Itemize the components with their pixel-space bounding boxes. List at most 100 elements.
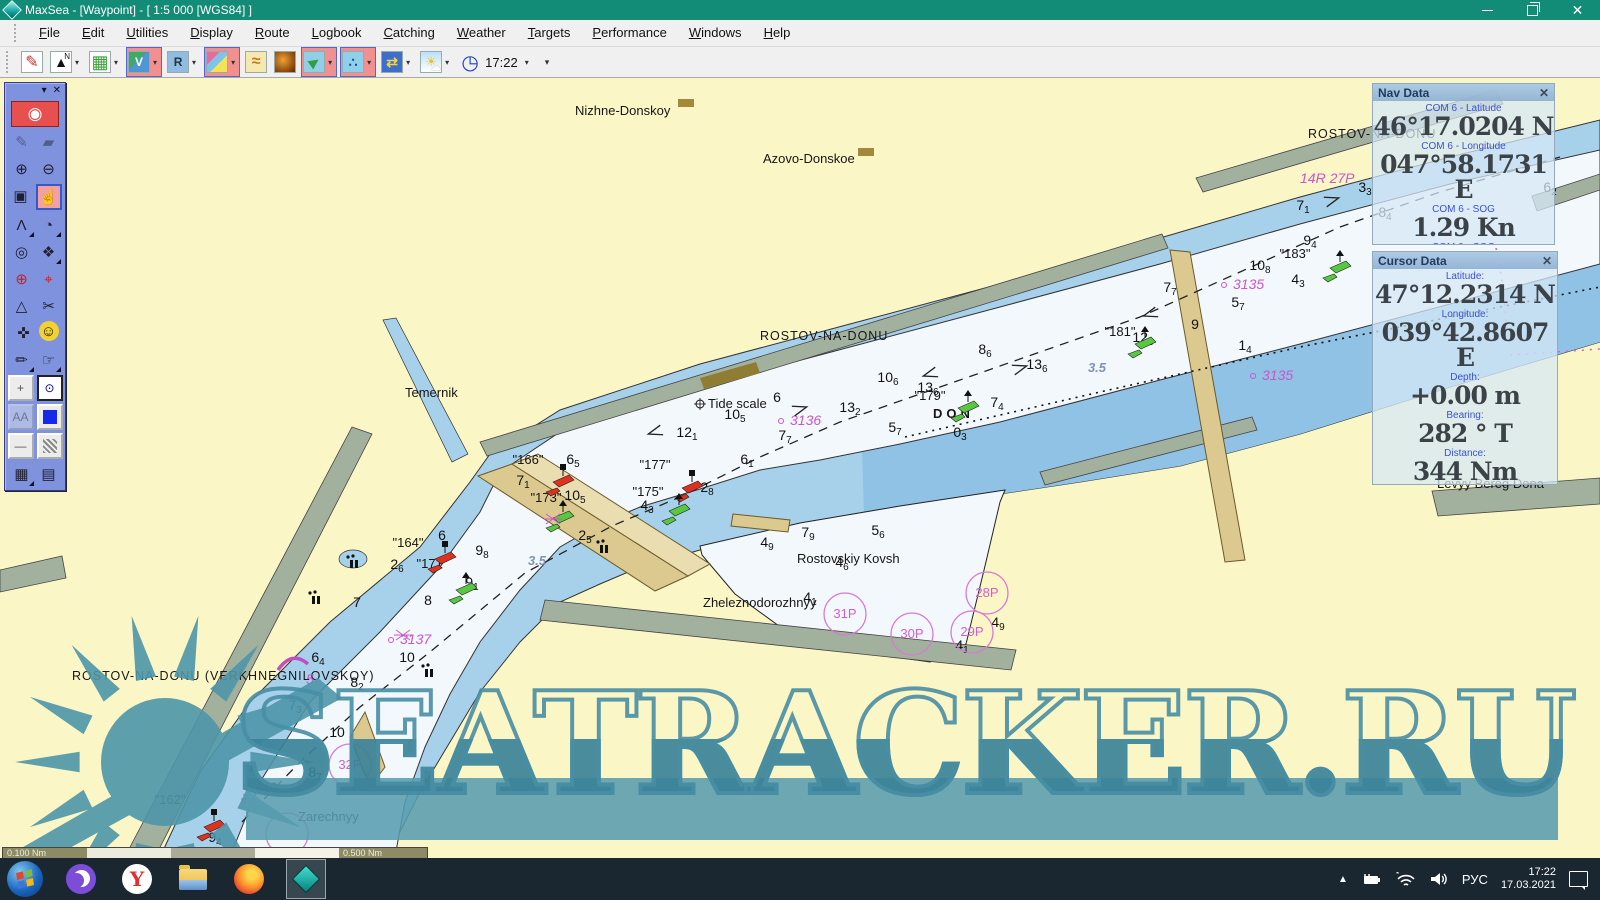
north-indicator-button[interactable]: ▲▾ [48,47,84,77]
pin-zoom-tool[interactable]: ⌖ [37,267,61,291]
nav-data-title-bar[interactable]: Nav Data ✕ [1373,84,1554,101]
building-marker [858,148,874,156]
volume-icon[interactable] [1429,871,1449,887]
system-tray: ▲ * РУС 17:22 17.03.2021 [1338,866,1600,892]
pan-hand-tool[interactable]: ☝ [36,184,62,210]
compass-bearing-tool[interactable]: ◔ [37,213,61,237]
battery-icon[interactable] [1361,872,1383,886]
weather-display-button[interactable]: ☀▾ [418,47,454,77]
polygon-add-tool[interactable]: △ [10,294,34,318]
windows-taskbar: Y ▲ * РУС 17:22 17.03.2021 [0,858,1600,900]
depth-sounding: 10 [329,724,345,740]
tray-chevron-icon[interactable]: ▲ [1338,874,1348,885]
dropdown-arrow-icon[interactable]: ▾ [72,58,82,67]
dropdown-arrow-icon[interactable]: ▾ [325,58,335,67]
title-bar[interactable]: MaxSea - [Waypoint] - [ 1:5 000 [WGS84] … [0,0,1600,20]
depth-sounding: 10 [399,649,415,665]
palette-title-bar[interactable]: ▾ ✕ [5,83,65,98]
raster-chart-button[interactable]: R▾ [165,47,201,77]
cursor-data-title-bar[interactable]: Cursor Data ✕ [1373,252,1557,269]
menu-edit[interactable]: Edit [71,22,115,43]
toolbar-grip[interactable] [6,51,12,73]
zoom-in-tool[interactable]: ⊕ [10,157,34,181]
start-button[interactable] [6,860,44,898]
dropdown-arrow-icon[interactable]: ▾ [403,58,413,67]
circle-style-button[interactable]: ⊙ [37,375,63,401]
tide-list-button[interactable]: ⇄▾ [379,47,415,77]
app-purple-browser[interactable] [62,860,100,898]
north-icon: ▲ [50,51,72,73]
calendar-button[interactable]: ▦ [10,462,34,486]
tray-clock[interactable]: 17:22 17.03.2021 [1501,866,1556,892]
scale-bar: 0.100 Nm 0.500 Nm [2,847,428,858]
cursor-longitude-value: 039°42.8607 E [1373,320,1557,370]
own-ship-button[interactable]: ▶▾ [301,47,337,77]
nav-data-close-icon[interactable]: ✕ [1539,86,1549,100]
palette-close-icon[interactable]: ✕ [53,85,61,96]
route-waypoints-button[interactable]: ∴▾ [340,47,376,77]
clock-button[interactable]: ◷17:22▾ [457,47,534,77]
scale-segment [87,848,171,858]
close-button[interactable]: ✕ [1555,0,1600,20]
vector-chart-button[interactable]: V▾ [126,47,162,77]
menu-catching[interactable]: Catching [373,22,446,43]
menu-logbook[interactable]: Logbook [301,22,373,43]
grid-button[interactable]: ▦▾ [87,47,123,77]
menu-grip[interactable] [14,24,20,42]
draw-tool-button[interactable]: ✎ [19,47,45,77]
chart-area[interactable]: Nizhne-DonskoyAzovo-DonskoeROSTOV-NA-DON… [0,78,1600,858]
dropdown-arrow-icon[interactable]: ▾ [522,58,532,67]
main-toolbar: ✎▲▾▦▾V▾R▾▾≈▶▾∴▾⇄▾☀▾◷17:22▾▾ [0,47,1600,78]
dropdown-arrow-icon[interactable]: ▾ [189,58,199,67]
dropdown-arrow-icon[interactable]: ▾ [150,58,160,67]
magenta-label: 3135 [1262,367,1293,383]
scissors-tool[interactable]: ✂ [37,294,61,318]
mark-plus-tool[interactable]: ⊕ [10,267,34,291]
menu-windows[interactable]: Windows [678,22,753,43]
menu-performance[interactable]: Performance [581,22,677,43]
menu-display[interactable]: Display [179,22,244,43]
dropdown-arrow-icon[interactable]: ▾ [364,58,374,67]
target-tool[interactable]: ◎ [10,240,34,264]
notification-icon[interactable] [1569,871,1588,887]
menu-utilities[interactable]: Utilities [115,22,179,43]
move-tool[interactable]: ✜ [12,321,36,345]
zoom-out-tool[interactable]: ⊖ [37,157,61,181]
mob-button[interactable]: ◉ [11,101,59,127]
chart-layers-button[interactable]: ▾ [204,47,240,77]
color-style-button[interactable] [37,404,63,430]
point-select-tool[interactable]: ☞ [37,348,61,372]
toolbar-overflow-icon[interactable]: ▾ [545,57,550,68]
line-style-button[interactable]: — [8,433,34,459]
nav-longitude-value: 047°58.1731 E [1373,152,1554,202]
menu-help[interactable]: Help [753,22,802,43]
menu-route[interactable]: Route [244,22,301,43]
menu-file[interactable]: File [28,22,71,43]
palette-menu-icon[interactable]: ▾ [42,85,47,96]
menu-targets[interactable]: Targets [517,22,582,43]
pencil-tool[interactable]: ✏ [10,348,34,372]
dropdown-arrow-icon[interactable]: ▾ [228,58,238,67]
app-yandex-browser[interactable]: Y [118,860,156,898]
overview-map-tool[interactable]: ▣ [9,184,33,208]
wifi-icon[interactable]: * [1396,872,1416,887]
minimize-button[interactable] [1465,0,1510,20]
app-firefox[interactable] [230,860,268,898]
app-maxsea[interactable] [286,859,326,899]
dropdown-arrow-icon[interactable]: ▾ [111,58,121,67]
contour-lines-button[interactable]: ≈ [243,47,269,77]
dropdown-arrow-icon[interactable]: ▾ [442,58,452,67]
eraser-tool: ▰ [37,130,61,154]
app-file-explorer[interactable] [174,860,212,898]
cursor-data-close-icon[interactable]: ✕ [1542,254,1552,268]
photo-button[interactable]: ▤ [37,462,61,486]
link-points-tool[interactable]: ❖ [37,240,61,264]
restore-button[interactable] [1510,0,1555,20]
hatch-style-button[interactable] [37,433,63,459]
menu-weather[interactable]: Weather [446,22,517,43]
cross-style-button[interactable]: + [8,375,34,401]
divider-tool[interactable]: Λ [10,213,34,237]
bathy-shading-button[interactable] [272,47,298,77]
smiley-tool[interactable]: ☺ [39,321,59,341]
language-indicator[interactable]: РУС [1462,872,1488,887]
